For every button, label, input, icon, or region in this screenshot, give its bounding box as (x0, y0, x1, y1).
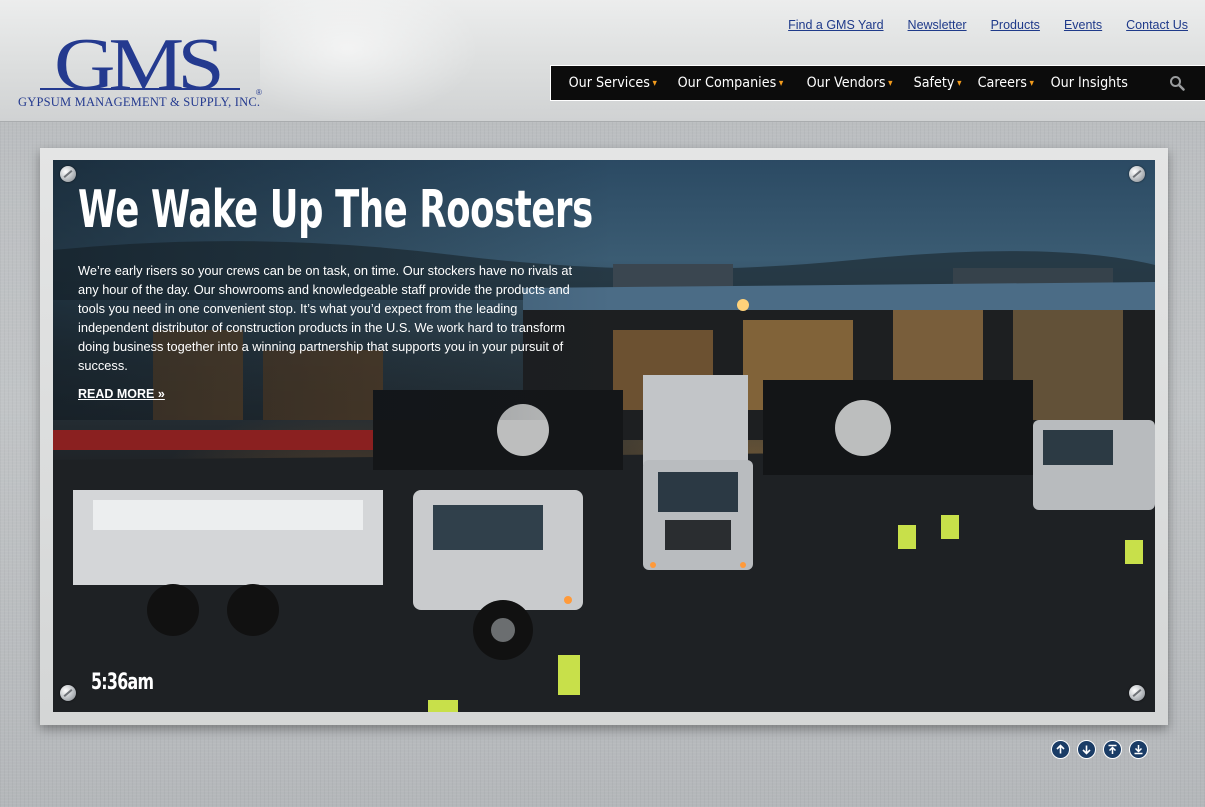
link-contact-us[interactable]: Contact Us (1126, 18, 1188, 32)
main-nav: Our Services ▾ Our Companies ▾ Our Vendo… (550, 65, 1205, 101)
nav-our-vendors[interactable]: Our Vendors ▾ (789, 65, 893, 101)
search-icon[interactable] (1169, 75, 1185, 91)
screw-icon (1129, 166, 1145, 182)
link-newsletter[interactable]: Newsletter (908, 18, 967, 32)
arrow-to-bottom-icon[interactable] (1129, 740, 1148, 759)
hero-frame: We Wake Up The Roosters We’re early rise… (40, 148, 1168, 725)
link-find-yard[interactable]: Find a GMS Yard (788, 18, 883, 32)
site-header: GMS ® GYPSUM MANAGEMENT & SUPPLY, INC. F… (0, 0, 1205, 122)
chevron-down-icon: ▾ (779, 77, 784, 89)
chevron-down-icon: ▾ (888, 77, 894, 89)
gms-logo[interactable]: GMS ® GYPSUM MANAGEMENT & SUPPLY, INC. (14, 28, 274, 112)
arrow-up-icon[interactable] (1051, 740, 1070, 759)
screw-icon (60, 685, 76, 701)
arrow-to-top-icon[interactable] (1103, 740, 1122, 759)
utility-links: Find a GMS Yard Newsletter Products Even… (788, 18, 1188, 32)
hero-title: We Wake Up The Roosters (78, 180, 593, 240)
nav-label: Safety (913, 75, 955, 91)
link-events[interactable]: Events (1064, 18, 1102, 32)
nav-label: Our Companies (677, 75, 777, 91)
nav-label: Careers (977, 75, 1027, 91)
nav-our-companies[interactable]: Our Companies ▾ (660, 65, 784, 101)
screw-icon (1129, 685, 1145, 701)
nav-safety[interactable]: Safety ▾ (896, 65, 962, 101)
hero-photo (53, 160, 1155, 712)
nav-our-insights[interactable]: Our Insights (1033, 65, 1128, 101)
nav-label: Our Insights (1050, 75, 1128, 91)
arrow-down-icon[interactable] (1077, 740, 1096, 759)
screw-icon (60, 166, 76, 182)
hero-body: We’re early risers so your crews can be … (78, 263, 573, 373)
read-more-link[interactable]: READ MORE » (78, 387, 165, 401)
slide-controls (1051, 740, 1148, 759)
link-products[interactable]: Products (991, 18, 1040, 32)
nav-our-services[interactable]: Our Services ▾ (551, 65, 657, 101)
nav-label: Our Vendors (807, 75, 886, 91)
hero-banner: We Wake Up The Roosters We’re early rise… (53, 160, 1155, 712)
logo-subtitle: GYPSUM MANAGEMENT & SUPPLY, INC. (18, 95, 261, 109)
logo-underline (40, 88, 240, 90)
nav-careers[interactable]: Careers ▾ (960, 65, 1033, 101)
chevron-down-icon: ▾ (652, 77, 657, 89)
time-stamp: 5:36am (91, 670, 154, 695)
nav-label: Our Services (568, 75, 650, 91)
